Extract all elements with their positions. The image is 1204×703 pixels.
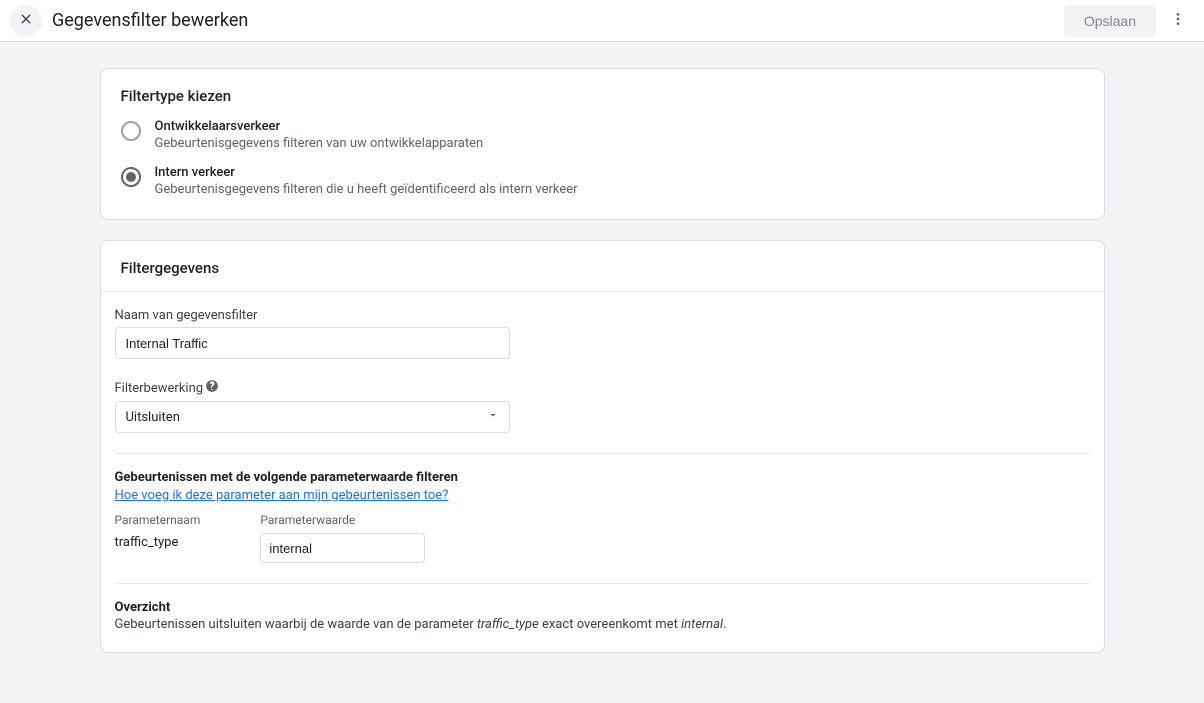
option-label: Intern verkeer xyxy=(155,165,578,180)
help-icon xyxy=(205,379,219,397)
filter-name-input[interactable] xyxy=(115,327,510,359)
radio-option-internal-traffic[interactable]: Intern verkeer Gebeurtenisgegevens filte… xyxy=(121,165,1084,197)
overview-middle: exact overeenkomt met xyxy=(539,617,681,632)
event-filter-section: Gebeurtenissen met de volgende parameter… xyxy=(115,470,1090,563)
parameter-value-header: Parameterwaarde xyxy=(260,513,425,527)
filter-type-title: Filtertype kiezen xyxy=(121,87,1084,105)
parameter-name-value: traffic_type xyxy=(115,535,201,550)
option-description: Gebeurtenisgegevens filteren van uw ontw… xyxy=(155,136,484,151)
more-button[interactable] xyxy=(1164,7,1192,35)
radio-icon xyxy=(121,167,141,187)
option-label: Ontwikkelaarsverkeer xyxy=(155,119,484,134)
parameter-name-column: Parameternaam traffic_type xyxy=(115,513,201,550)
overview-suffix: . xyxy=(723,617,726,632)
filter-operation-label: Filterbewerking xyxy=(115,379,1090,397)
filter-name-field: Naam van gegevensfilter xyxy=(115,308,1090,359)
event-filter-title: Gebeurtenissen met de volgende parameter… xyxy=(115,470,1090,485)
overview-prefix: Gebeurtenissen uitsluiten waarbij de waa… xyxy=(115,617,477,632)
save-button[interactable]: Opslaan xyxy=(1064,5,1156,37)
parameter-value-column: Parameterwaarde xyxy=(260,513,425,563)
header-right: Opslaan xyxy=(1064,5,1192,37)
radio-text: Ontwikkelaarsverkeer Gebeurtenisgegevens… xyxy=(155,119,484,151)
filter-type-card: Filtertype kiezen Ontwikkelaarsverkeer G… xyxy=(100,68,1105,220)
close-icon xyxy=(18,11,34,31)
page-title: Gegevensfilter bewerken xyxy=(52,10,248,31)
parameter-row: Parameternaam traffic_type Parameterwaar… xyxy=(115,513,1090,563)
divider xyxy=(115,583,1090,584)
filter-name-label: Naam van gegevensfilter xyxy=(115,308,1090,323)
option-description: Gebeurtenisgegevens filteren die u heeft… xyxy=(155,182,578,197)
filter-operation-field: Filterbewerking Uitsluiten xyxy=(115,379,1090,433)
more-vert-icon xyxy=(1170,11,1186,31)
divider xyxy=(115,453,1090,454)
filter-operation-label-text: Filterbewerking xyxy=(115,381,204,396)
radio-option-developer-traffic[interactable]: Ontwikkelaarsverkeer Gebeurtenisgegevens… xyxy=(121,119,1084,151)
radio-icon xyxy=(121,121,141,141)
filter-details-title: Filtergegevens xyxy=(101,241,1104,292)
filter-operation-value: Uitsluiten xyxy=(126,410,180,425)
overview-param: traffic_type xyxy=(477,617,539,632)
radio-text: Intern verkeer Gebeurtenisgegevens filte… xyxy=(155,165,578,197)
parameter-value-input[interactable] xyxy=(260,533,425,563)
overview-value: internal xyxy=(681,617,723,632)
close-button[interactable] xyxy=(10,5,42,37)
overview-title: Overzicht xyxy=(115,600,1090,615)
header-left: Gegevensfilter bewerken xyxy=(10,5,248,37)
filter-operation-select[interactable]: Uitsluiten xyxy=(115,401,510,433)
overview-text: Gebeurtenissen uitsluiten waarbij de waa… xyxy=(115,617,1090,632)
filter-details-card: Filtergegevens Naam van gegevensfilter F… xyxy=(100,240,1105,653)
filter-details-body: Naam van gegevensfilter Filterbewerking … xyxy=(101,292,1104,652)
help-link[interactable]: Hoe voeg ik deze parameter aan mijn gebe… xyxy=(115,488,449,503)
parameter-name-header: Parameternaam xyxy=(115,513,201,527)
header: Gegevensfilter bewerken Opslaan xyxy=(0,0,1204,42)
page-content: Filtertype kiezen Ontwikkelaarsverkeer G… xyxy=(100,68,1105,703)
chevron-down-icon xyxy=(487,409,499,425)
overview-section: Overzicht Gebeurtenissen uitsluiten waar… xyxy=(115,600,1090,632)
